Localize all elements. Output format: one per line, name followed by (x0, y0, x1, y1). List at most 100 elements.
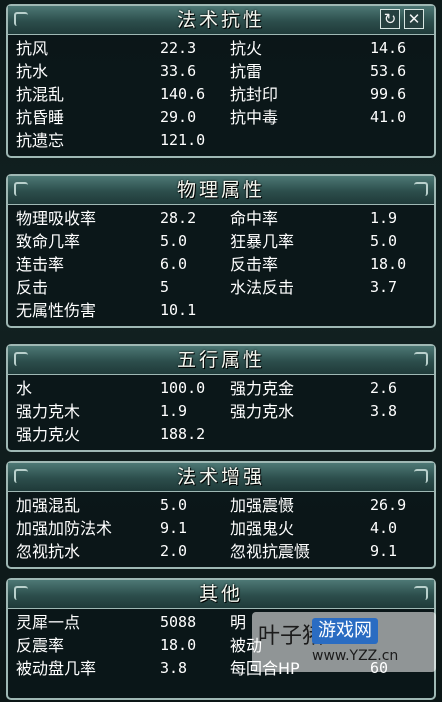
stat-label: 被动盘几率 (16, 659, 97, 678)
stat-value: 2.6 (370, 379, 398, 397)
stat-label: 物理吸收率 (16, 209, 97, 228)
stat-label: 反击率 (230, 255, 279, 274)
stat-label: 水法反击 (230, 278, 295, 297)
stat-label: 强力克火 (16, 425, 81, 444)
stat-row: 抗混乱 140.6 抗封印 99.6 (8, 83, 434, 106)
stat-label: 抗混乱 (16, 85, 65, 104)
corner-ornament-icon (414, 586, 428, 600)
stat-value: 10.1 (160, 301, 197, 319)
corner-ornament-icon (14, 352, 28, 366)
stat-row: 抗遗忘 121.0 (8, 129, 434, 152)
corner-ornament-icon (14, 586, 28, 600)
stat-label: 强力克金 (230, 379, 295, 398)
stat-label: 反击 (16, 278, 49, 297)
stat-label: 忽视抗水 (16, 542, 81, 561)
panel-magic-resistance: 法术抗性 ↻ ✕ 抗风 22.3 抗火 14.6 抗水 33.6 抗雷 53.6 抗混乱 14… (6, 4, 436, 158)
stat-label: 连击率 (16, 255, 65, 274)
stat-label: 忽视抗震慑 (230, 542, 311, 561)
stat-value: 18.0 (160, 636, 197, 654)
stat-value: 1.9 (160, 402, 188, 420)
stat-label: 反震率 (16, 636, 65, 655)
stat-row: 加强加防法术 9.1 加强鬼火 4.0 (8, 517, 434, 540)
stat-row: 物理吸收率 28.2 命中率 1.9 (8, 207, 434, 230)
site-watermark: 叶子猪 游戏网 www.YZZ.cn (252, 612, 436, 672)
stat-value: 33.6 (160, 62, 197, 80)
stat-value: 99.6 (370, 85, 407, 103)
corner-ornament-icon (414, 182, 428, 196)
stat-label: 无属性伤害 (16, 301, 97, 320)
stat-row: 强力克火 188.2 (8, 423, 434, 446)
stat-label: 强力克木 (16, 402, 81, 421)
stat-label: 抗封印 (230, 85, 279, 104)
corner-ornament-icon (414, 469, 428, 483)
stat-value: 28.2 (160, 209, 197, 227)
stat-label: 抗中毒 (230, 108, 279, 127)
stat-value: 3.7 (370, 278, 398, 296)
stat-value: 5088 (160, 613, 197, 631)
stat-label: 水 (16, 379, 33, 398)
stat-label: 抗遗忘 (16, 131, 65, 150)
window-controls: ↻ ✕ (380, 9, 424, 29)
watermark-badge: 游戏网 (312, 618, 378, 644)
stat-row: 水 100.0 强力克金 2.6 (8, 377, 434, 400)
stat-row: 强力克木 1.9 强力克水 3.8 (8, 400, 434, 423)
corner-ornament-icon (14, 12, 28, 26)
section-title: 法术增强 (176, 466, 265, 488)
section-header: 法术增强 (8, 463, 434, 492)
stat-value: 188.2 (160, 425, 206, 443)
stat-value: 14.6 (370, 39, 407, 57)
stat-label: 狂暴几率 (230, 232, 295, 251)
stat-label: 加强加防法术 (16, 519, 113, 538)
section-title: 五行属性 (176, 349, 265, 371)
stat-value: 9.1 (160, 519, 188, 537)
stat-row: 连击率 6.0 反击率 18.0 (8, 253, 434, 276)
stat-value: 1.9 (370, 209, 398, 227)
stat-label: 命中率 (230, 209, 279, 228)
stat-value: 22.3 (160, 39, 197, 57)
stat-value: 140.6 (160, 85, 206, 103)
stat-row: 忽视抗水 2.0 忽视抗震慑 9.1 (8, 540, 434, 563)
stat-label: 抗水 (16, 62, 49, 81)
stat-label: 加强震慑 (230, 496, 295, 515)
stat-label: 加强混乱 (16, 496, 81, 515)
stat-value: 5.0 (160, 496, 188, 514)
section-title: 法术抗性 (176, 9, 265, 31)
stat-label: 灵犀一点 (16, 613, 81, 632)
stat-row: 加强混乱 5.0 加强震慑 26.9 (8, 494, 434, 517)
section-title: 其他 (198, 583, 243, 605)
stat-value: 9.1 (370, 542, 398, 560)
refresh-button[interactable]: ↻ (380, 9, 400, 29)
stat-row: 无属性伤害 10.1 (8, 299, 434, 322)
stat-row: 抗昏睡 29.0 抗中毒 41.0 (8, 106, 434, 129)
stat-row: 抗风 22.3 抗火 14.6 (8, 37, 434, 60)
stat-value: 18.0 (370, 255, 407, 273)
stat-value: 3.8 (160, 659, 188, 677)
watermark-url: www.YZZ.cn (312, 648, 399, 664)
stat-label: 抗火 (230, 39, 263, 58)
section-title: 物理属性 (176, 179, 265, 201)
stat-value: 26.9 (370, 496, 407, 514)
stat-label: 致命几率 (16, 232, 81, 251)
section-header: 法术抗性 ↻ ✕ (8, 6, 434, 35)
corner-ornament-icon (14, 182, 28, 196)
stat-value: 2.0 (160, 542, 188, 560)
stat-label: 抗昏睡 (16, 108, 65, 127)
section-header: 其他 (8, 580, 434, 609)
stat-label: 强力克水 (230, 402, 295, 421)
section-header: 物理属性 (8, 176, 434, 205)
stat-row: 致命几率 5.0 狂暴几率 5.0 (8, 230, 434, 253)
panel-five-elements: 五行属性 水 100.0 强力克金 2.6 强力克木 1.9 强力克水 3.8 强力克火 18… (6, 344, 436, 452)
stat-value: 121.0 (160, 131, 206, 149)
stat-value: 5.0 (370, 232, 398, 250)
stat-row: 抗水 33.6 抗雷 53.6 (8, 60, 434, 83)
close-button[interactable]: ✕ (404, 9, 424, 29)
corner-ornament-icon (414, 352, 428, 366)
section-header: 五行属性 (8, 346, 434, 375)
stat-value: 41.0 (370, 108, 407, 126)
stat-label: 明 (230, 613, 247, 632)
stat-row: 反击 5 水法反击 3.7 (8, 276, 434, 299)
stat-value: 3.8 (370, 402, 398, 420)
stat-value: 4.0 (370, 519, 398, 537)
stat-label: 加强鬼火 (230, 519, 295, 538)
stat-value: 6.0 (160, 255, 188, 273)
